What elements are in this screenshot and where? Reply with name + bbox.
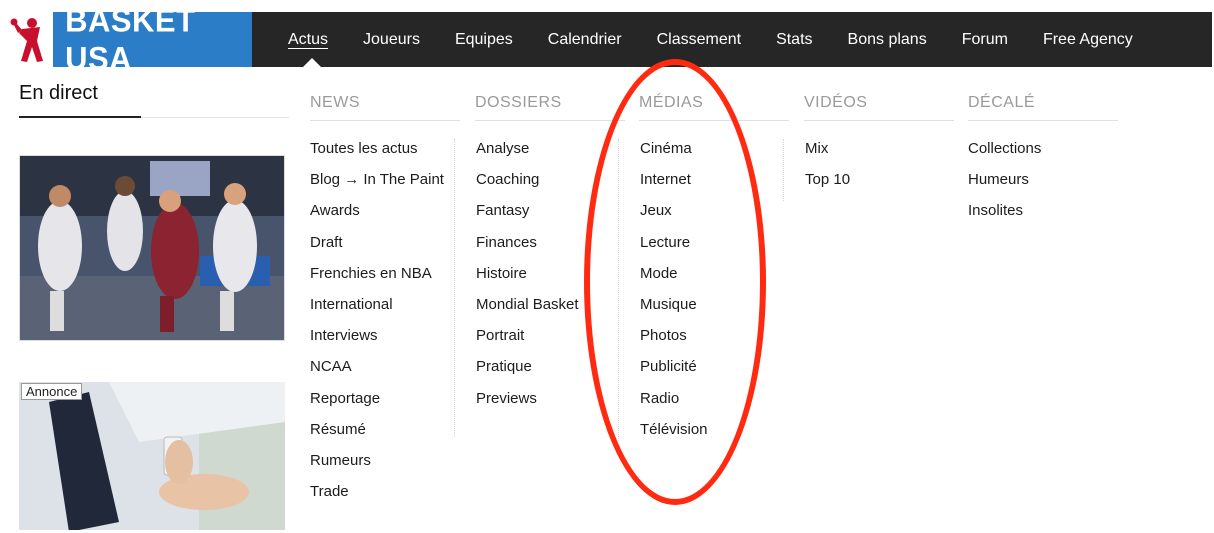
menu-item[interactable]: International <box>289 295 449 326</box>
menu-item[interactable]: Humeurs <box>947 170 1107 201</box>
menu-item[interactable]: Trade <box>289 482 449 513</box>
divider <box>141 117 291 118</box>
menu-item[interactable]: Reportage <box>289 389 449 420</box>
ad-label: Annonce <box>21 383 83 400</box>
menu-item[interactable]: Rumeurs <box>289 451 449 482</box>
menu-item[interactable]: Histoire <box>455 264 582 295</box>
nav-item-joueurs[interactable]: Joueurs <box>363 12 420 67</box>
menu-caret-icon <box>302 58 322 68</box>
player-logo-icon <box>6 12 54 67</box>
menu-column-decale: DÉCALÉ Collections Humeurs Insolites <box>947 78 1118 233</box>
menu-item[interactable]: Mix <box>784 139 943 170</box>
menu-column-list: Toutes les actus Blog → In The Paint Awa… <box>289 139 449 513</box>
menu-item[interactable]: Toutes les actus <box>289 139 449 170</box>
ad-image <box>19 382 285 530</box>
menu-item[interactable]: Interviews <box>289 326 449 357</box>
menu-item[interactable]: Previews <box>455 389 582 420</box>
nav-item-stats[interactable]: Stats <box>776 12 812 67</box>
menu-column-title: NEWS <box>310 78 460 121</box>
menu-column-title: DOSSIERS <box>475 78 625 121</box>
menu-item[interactable]: Internet <box>619 170 778 201</box>
menu-item[interactable]: Top 10 <box>784 170 943 201</box>
menu-column-title: MÉDIAS <box>639 78 789 121</box>
menu-column-list: Mix Top 10 <box>783 139 943 201</box>
menu-item[interactable]: Publicité <box>619 357 778 388</box>
tab-underline <box>19 116 141 118</box>
menu-item[interactable]: Coaching <box>455 170 582 201</box>
top-navbar: BASKET USA Actus Joueurs Equipes Calendr… <box>6 12 1212 76</box>
menu-column-medias: MÉDIAS Cinéma Internet Jeux Lecture Mode… <box>618 78 789 451</box>
nav-item-calendrier[interactable]: Calendrier <box>548 12 622 67</box>
menu-item[interactable]: Finances <box>455 233 582 264</box>
nav-item-equipes[interactable]: Equipes <box>455 12 513 67</box>
tab-en-direct[interactable]: En direct <box>19 82 98 105</box>
menu-item[interactable]: Draft <box>289 233 449 264</box>
nav-item-forum[interactable]: Forum <box>962 12 1008 67</box>
site-logo[interactable]: BASKET USA <box>6 12 252 76</box>
nav-item-actus[interactable]: Actus <box>288 12 329 68</box>
menu-column-videos: VIDÉOS Mix Top 10 <box>783 78 954 201</box>
menu-column-list: Collections Humeurs Insolites <box>947 139 1107 233</box>
basketball-photo-image <box>20 156 284 340</box>
page: BASKET USA Actus Joueurs Equipes Calendr… <box>6 12 1212 530</box>
news-photo[interactable] <box>19 155 285 341</box>
nav-item-classement[interactable]: Classement <box>657 12 741 67</box>
main-nav: Actus Joueurs Equipes Calendrier Classem… <box>288 12 1168 68</box>
advertisement[interactable]: Annonce <box>19 382 285 530</box>
nav-item-free-agency[interactable]: Free Agency <box>1043 12 1133 67</box>
menu-item[interactable]: Photos <box>619 326 778 357</box>
menu-item[interactable]: Résumé <box>289 420 449 451</box>
menu-item[interactable]: Mode <box>619 264 778 295</box>
menu-item[interactable]: Cinéma <box>619 139 778 170</box>
menu-column-title: DÉCALÉ <box>968 78 1118 121</box>
menu-item[interactable]: Frenchies en NBA <box>289 264 449 295</box>
menu-item[interactable]: Jeux <box>619 201 778 232</box>
nav-item-bons-plans[interactable]: Bons plans <box>848 12 927 67</box>
nav-label: Actus <box>288 31 329 48</box>
menu-column-list: Analyse Coaching Fantasy Finances Histoi… <box>454 139 582 437</box>
menu-item[interactable]: Musique <box>619 295 778 326</box>
menu-item[interactable]: Pratique <box>455 357 582 388</box>
actus-mega-menu: NEWS Toutes les actus Blog → In The Pain… <box>289 78 1212 530</box>
menu-item[interactable]: Collections <box>947 139 1107 170</box>
menu-item[interactable]: Lecture <box>619 233 778 264</box>
menu-column-news: NEWS Toutes les actus Blog → In The Pain… <box>289 78 460 513</box>
menu-item[interactable]: Télévision <box>619 420 778 451</box>
menu-item[interactable]: Mondial Basket <box>455 295 582 326</box>
menu-item[interactable]: Awards <box>289 201 449 232</box>
menu-item[interactable]: Insolites <box>947 201 1107 232</box>
menu-item[interactable]: Fantasy <box>455 201 582 232</box>
menu-item[interactable]: Radio <box>619 389 778 420</box>
menu-item[interactable]: NCAA <box>289 357 449 388</box>
site-logo-text: BASKET USA <box>65 12 196 77</box>
menu-column-list: Cinéma Internet Jeux Lecture Mode Musiqu… <box>618 139 778 451</box>
menu-column-dossiers: DOSSIERS Analyse Coaching Fantasy Financ… <box>454 78 625 437</box>
menu-item[interactable]: Portrait <box>455 326 582 357</box>
menu-item[interactable]: Analyse <box>455 139 582 170</box>
menu-item[interactable]: Blog → In The Paint <box>289 170 449 201</box>
menu-column-title: VIDÉOS <box>804 78 954 121</box>
